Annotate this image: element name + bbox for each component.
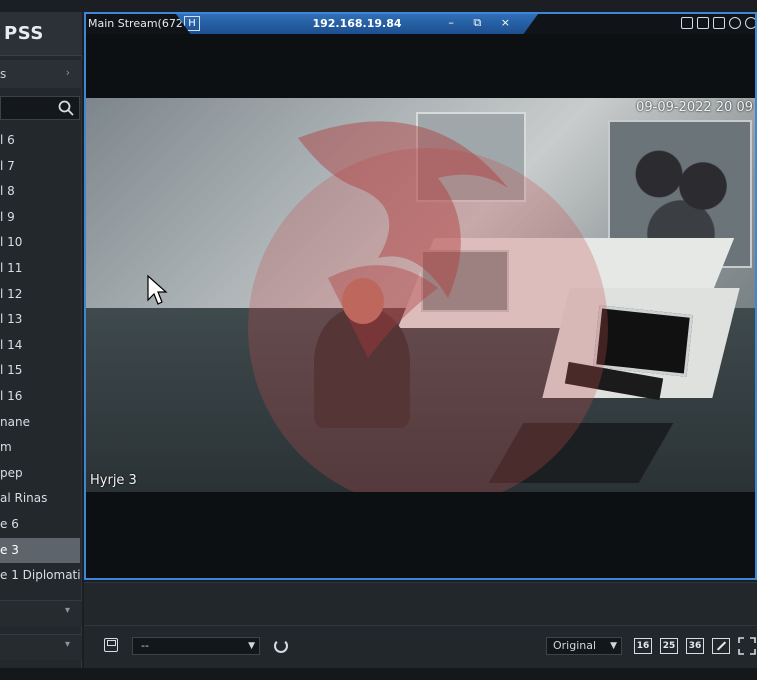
grid-36-button[interactable]: 36 bbox=[686, 638, 704, 654]
chevron-down-icon: ▾ bbox=[64, 605, 70, 616]
mic-icon[interactable] bbox=[729, 17, 741, 29]
video-pane[interactable]: Main Stream(672 H 192.168.19.84 – ⧉ × 09… bbox=[84, 12, 757, 580]
channel-item[interactable]: l 7 bbox=[0, 154, 80, 180]
channel-item[interactable]: e 6 bbox=[0, 512, 80, 538]
preset-dropdown[interactable]: -- ▼ bbox=[132, 637, 260, 655]
channel-item[interactable]: l 16 bbox=[0, 384, 80, 410]
app-window: PSS s › l 6 l 7 l 8 l 9 l 10 l 11 l 12 l… bbox=[0, 0, 757, 680]
grid-16-button[interactable]: 16 bbox=[634, 638, 652, 654]
channel-item[interactable]: l 14 bbox=[0, 333, 80, 359]
channel-item[interactable]: e 1 Diplomatik bbox=[0, 563, 80, 589]
chevron-down-icon: ▼ bbox=[610, 641, 617, 651]
save-icon[interactable] bbox=[104, 638, 118, 652]
snapshot-icon[interactable] bbox=[697, 17, 709, 29]
sidebar-section-collapse[interactable]: ▾ bbox=[0, 600, 82, 626]
preset-value: -- bbox=[141, 639, 149, 652]
chevron-down-icon: ▼ bbox=[248, 641, 255, 651]
remote-session-bar[interactable]: H 192.168.19.84 – ⧉ × bbox=[176, 14, 538, 34]
channel-item[interactable]: l 9 bbox=[0, 205, 80, 231]
channel-item[interactable]: l 6 bbox=[0, 128, 80, 154]
chevron-down-icon: ▾ bbox=[64, 639, 70, 650]
search-icon[interactable] bbox=[57, 98, 75, 118]
watermark-logo bbox=[248, 121, 608, 492]
channel-item[interactable]: l 15 bbox=[0, 358, 80, 384]
search-input[interactable] bbox=[0, 96, 80, 120]
stream-label: Main Stream(672 bbox=[88, 17, 183, 30]
channel-item[interactable]: l 10 bbox=[0, 230, 80, 256]
device-sidebar: PSS s › l 6 l 7 l 8 l 9 l 10 l 11 l 12 l… bbox=[0, 12, 82, 668]
channel-item[interactable]: m bbox=[0, 435, 80, 461]
channel-item[interactable]: l 13 bbox=[0, 307, 80, 333]
scale-value: Original bbox=[553, 639, 597, 652]
video-titlebar: Main Stream(672 H 192.168.19.84 – ⧉ × bbox=[86, 14, 755, 34]
camera-name-label: Hyrje 3 bbox=[90, 473, 137, 488]
video-letterbox bbox=[86, 492, 755, 578]
channel-item[interactable]: al Rinas bbox=[0, 486, 80, 512]
scale-dropdown[interactable]: Original ▼ bbox=[546, 637, 622, 655]
play-icon[interactable] bbox=[745, 17, 755, 29]
mouse-cursor-icon bbox=[147, 274, 168, 305]
grid-25-button[interactable]: 25 bbox=[660, 638, 678, 654]
channel-item[interactable]: pep bbox=[0, 461, 80, 487]
video-timestamp: 09-09-2022 20 09 bbox=[636, 100, 753, 115]
refresh-icon[interactable] bbox=[274, 639, 288, 653]
sidebar-section-collapse[interactable]: ▾ bbox=[0, 634, 82, 660]
chevron-right-icon: › bbox=[65, 66, 70, 79]
camera-icon[interactable] bbox=[681, 17, 693, 29]
fullscreen-icon[interactable] bbox=[738, 637, 756, 655]
device-group-label: s bbox=[0, 67, 7, 81]
channel-item[interactable]: l 11 bbox=[0, 256, 80, 282]
channel-item[interactable]: nane bbox=[0, 410, 80, 436]
camera-feed[interactable]: 09-09-2022 20 09 Hyrje 3 bbox=[86, 98, 755, 492]
channel-item-selected[interactable]: e 3 bbox=[0, 537, 80, 564]
channel-item[interactable]: l 8 bbox=[0, 179, 80, 205]
stream-toolbar bbox=[681, 17, 755, 31]
pen-icon[interactable] bbox=[712, 638, 730, 654]
channel-list: l 6 l 7 l 8 l 9 l 10 l 11 l 12 l 13 l 14… bbox=[0, 128, 80, 589]
bottom-toolbar: -- ▼ Original ▼ 16 25 36 bbox=[84, 582, 757, 668]
audio-icon[interactable] bbox=[713, 17, 725, 29]
device-group-header[interactable]: s › bbox=[0, 60, 82, 88]
bottom-strip bbox=[0, 668, 757, 680]
app-logo: PSS bbox=[0, 12, 82, 56]
channel-item[interactable]: l 12 bbox=[0, 282, 80, 308]
divider bbox=[84, 625, 757, 626]
window-controls[interactable]: – ⧉ × bbox=[448, 16, 518, 30]
